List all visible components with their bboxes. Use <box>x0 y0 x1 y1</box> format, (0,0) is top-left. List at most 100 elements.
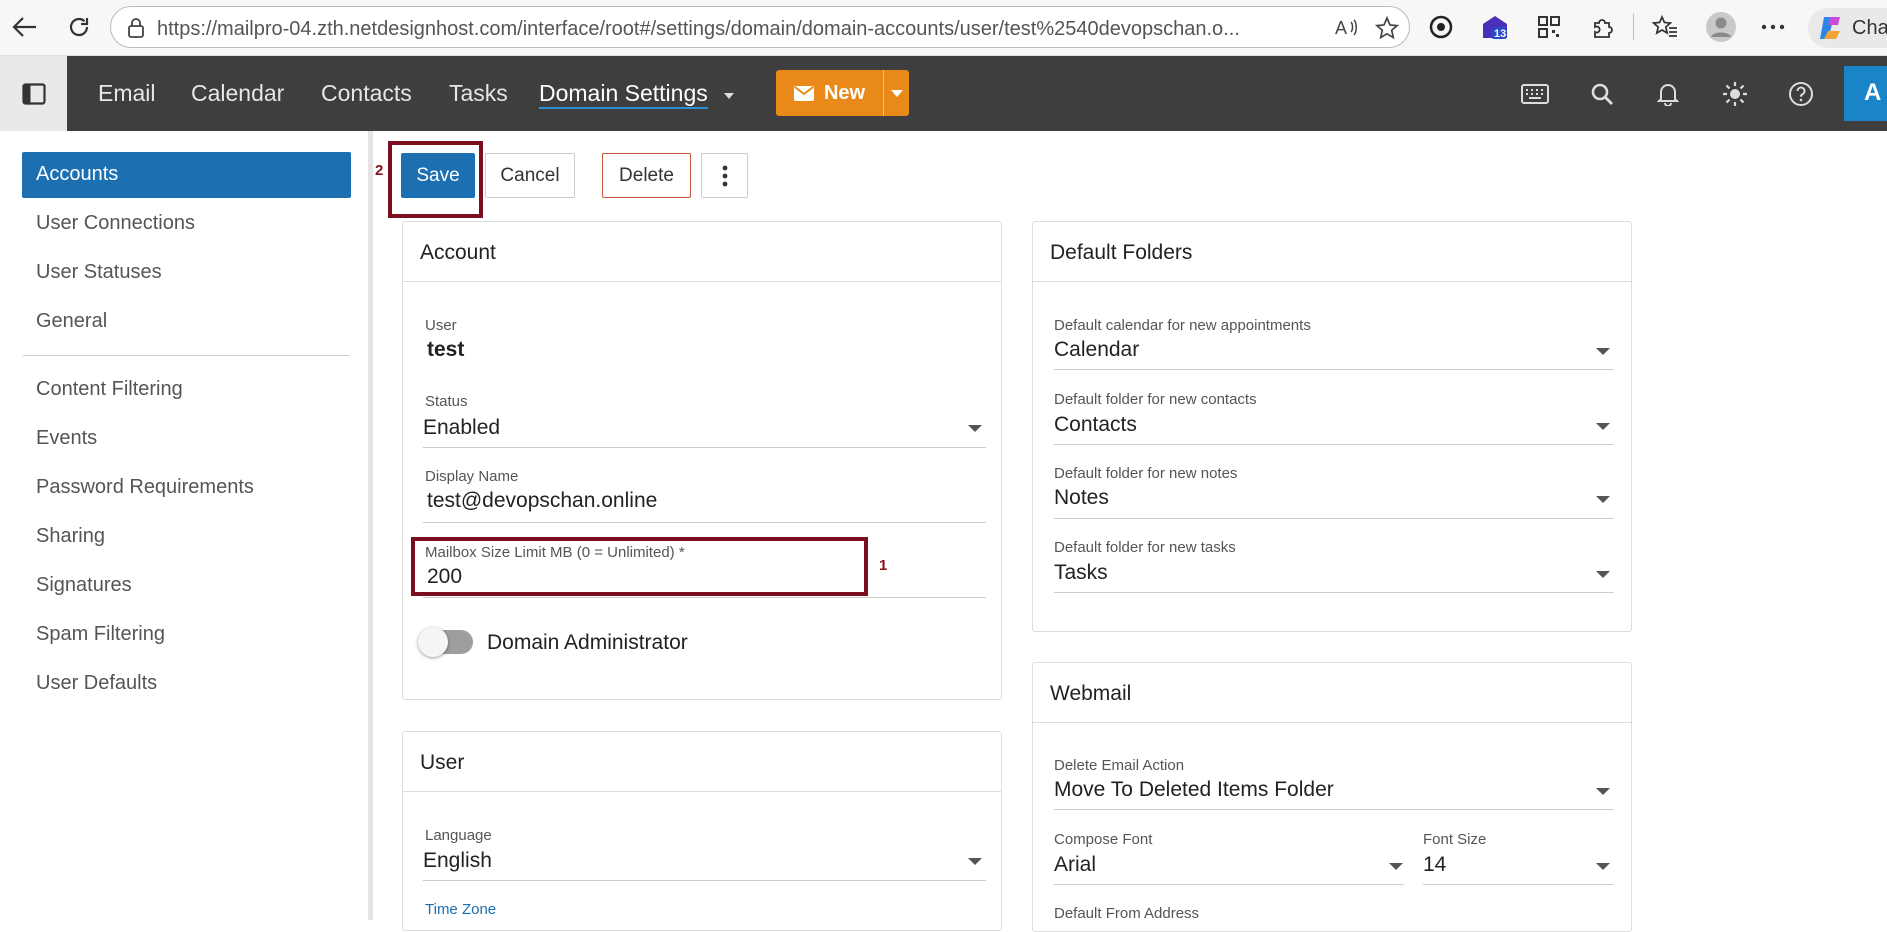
default-from-address-label: Default From Address <box>1054 905 1200 922</box>
nav-domain-settings[interactable]: Domain Settings <box>539 80 708 107</box>
new-button[interactable]: New <box>776 70 883 116</box>
nav-email[interactable]: Email <box>98 80 156 107</box>
favorites-icon[interactable] <box>1650 12 1680 42</box>
sidebar-divider <box>23 355 350 356</box>
display-name-input[interactable]: test@devopschan.online <box>427 489 657 513</box>
language-label: Language <box>425 827 492 844</box>
delete-button[interactable]: Delete <box>602 153 691 198</box>
user-card-title: User <box>403 732 1001 792</box>
reload-icon[interactable] <box>64 12 94 42</box>
language-select[interactable]: English <box>423 845 986 881</box>
extensions-puzzle-icon[interactable] <box>1588 12 1618 42</box>
sidebar-item-user-connections[interactable]: User Connections <box>22 201 351 247</box>
sidebar-item-general[interactable]: General <box>22 299 351 345</box>
delete-email-action-underline <box>1054 809 1614 810</box>
sidebar-item-content-filtering[interactable]: Content Filtering <box>22 367 351 413</box>
favorite-star-icon[interactable] <box>1375 16 1399 40</box>
sidebar-item-password-requirements[interactable]: Password Requirements <box>22 465 351 511</box>
url-text[interactable]: https://mailpro-04.zth.netdesignhost.com… <box>157 18 1267 41</box>
default-notes-label: Default folder for new notes <box>1054 465 1238 482</box>
sidebar-item-sharing[interactable]: Sharing <box>22 514 351 560</box>
nav-contacts[interactable]: Contacts <box>321 80 412 107</box>
toolbar-divider <box>1633 14 1634 40</box>
cancel-button[interactable]: Cancel <box>485 153 575 198</box>
default-notes-dropdown-icon <box>1596 496 1610 503</box>
delete-email-action-dropdown-icon <box>1596 788 1610 795</box>
theme-sun-icon[interactable] <box>1719 78 1751 110</box>
account-card: Account <box>402 221 1002 700</box>
user-value: test <box>427 338 465 361</box>
settings-sidebar: Accounts User Connections User Statuses … <box>0 131 373 920</box>
default-tasks-label: Default folder for new tasks <box>1054 539 1236 556</box>
keyboard-icon[interactable] <box>1519 78 1551 110</box>
browser-toolbar: https://mailpro-04.zth.netdesignhost.com… <box>0 0 1887 56</box>
domain-settings-caret-icon <box>724 93 734 99</box>
font-size-value: 14 <box>1423 853 1447 876</box>
chevron-down-icon <box>890 89 903 97</box>
sidebar-toggle-icon <box>21 82 46 105</box>
compose-font-select[interactable]: Arial <box>1054 849 1404 885</box>
delete-email-action-select[interactable]: Move To Deleted Items Folder <box>1054 774 1614 810</box>
sidebar-item-signatures[interactable]: Signatures <box>22 563 351 609</box>
default-notes-select[interactable]: Notes <box>1054 482 1614 518</box>
more-menu-icon[interactable] <box>1758 12 1788 42</box>
save-highlight-box <box>388 141 483 218</box>
back-icon[interactable] <box>10 12 40 42</box>
address-bar[interactable]: https://mailpro-04.zth.netdesignhost.com… <box>110 6 1410 48</box>
default-notes-underline <box>1054 518 1614 519</box>
sidebar-item-accounts[interactable]: Accounts <box>22 152 351 198</box>
user-avatar[interactable]: A <box>1844 66 1887 121</box>
site-info-icon[interactable] <box>127 18 145 38</box>
status-underline <box>423 447 986 448</box>
profile-icon[interactable] <box>1704 10 1738 44</box>
qr-code-icon[interactable] <box>1534 12 1564 42</box>
display-name-underline <box>423 522 986 523</box>
kebab-menu-icon <box>722 165 727 186</box>
notifications-bell-icon[interactable] <box>1652 78 1684 110</box>
compose-font-label: Compose Font <box>1054 831 1153 848</box>
new-button-group: New <box>776 70 909 116</box>
default-folders-title: Default Folders <box>1033 222 1631 282</box>
copilot-icon <box>1816 13 1846 43</box>
mail-icon <box>793 85 814 101</box>
extension-badge: 13 <box>1494 28 1507 40</box>
app-header: Email Calendar Contacts Tasks Domain Set… <box>0 56 1887 131</box>
extension-icon[interactable] <box>1426 12 1456 42</box>
nav-calendar[interactable]: Calendar <box>191 80 284 107</box>
default-tasks-underline <box>1054 592 1614 593</box>
domain-admin-toggle[interactable] <box>418 627 473 657</box>
more-actions-button[interactable] <box>701 153 748 198</box>
default-tasks-value: Tasks <box>1054 561 1108 584</box>
nav-tasks[interactable]: Tasks <box>449 80 508 107</box>
sidebar-item-spam-filtering[interactable]: Spam Filtering <box>22 612 351 658</box>
new-dropdown-button[interactable] <box>883 70 909 116</box>
default-calendar-dropdown-icon <box>1596 348 1610 355</box>
sidebar-item-user-statuses[interactable]: User Statuses <box>22 250 351 296</box>
font-size-label: Font Size <box>1423 831 1487 848</box>
display-name-label: Display Name <box>425 468 519 485</box>
default-contacts-select[interactable]: Contacts <box>1054 409 1614 445</box>
default-notes-value: Notes <box>1054 486 1109 509</box>
default-tasks-select[interactable]: Tasks <box>1054 557 1614 593</box>
read-aloud-icon[interactable]: A <box>1335 17 1359 39</box>
sidebar-item-user-defaults[interactable]: User Defaults <box>22 661 351 707</box>
search-icon[interactable] <box>1586 78 1618 110</box>
compose-font-value: Arial <box>1054 853 1097 876</box>
help-icon[interactable] <box>1785 78 1817 110</box>
copilot-button[interactable]: Cha <box>1808 8 1887 48</box>
mailbox-size-underline <box>423 597 986 598</box>
status-select[interactable]: Enabled <box>423 412 986 448</box>
compose-font-underline <box>1054 884 1404 885</box>
school-extension-icon[interactable]: 13 <box>1480 12 1510 42</box>
sidebar-item-events[interactable]: Events <box>22 416 351 462</box>
font-size-select[interactable]: 14 <box>1423 849 1614 885</box>
default-tasks-dropdown-icon <box>1596 571 1610 578</box>
default-calendar-select[interactable]: Calendar <box>1054 334 1614 370</box>
status-value: Enabled <box>423 416 501 439</box>
sidebar-toggle-button[interactable] <box>0 56 67 131</box>
status-label: Status <box>425 393 468 410</box>
font-size-dropdown-icon <box>1596 863 1610 870</box>
default-contacts-dropdown-icon <box>1596 423 1610 430</box>
copilot-label: Cha <box>1852 17 1887 39</box>
new-button-label: New <box>823 81 866 104</box>
